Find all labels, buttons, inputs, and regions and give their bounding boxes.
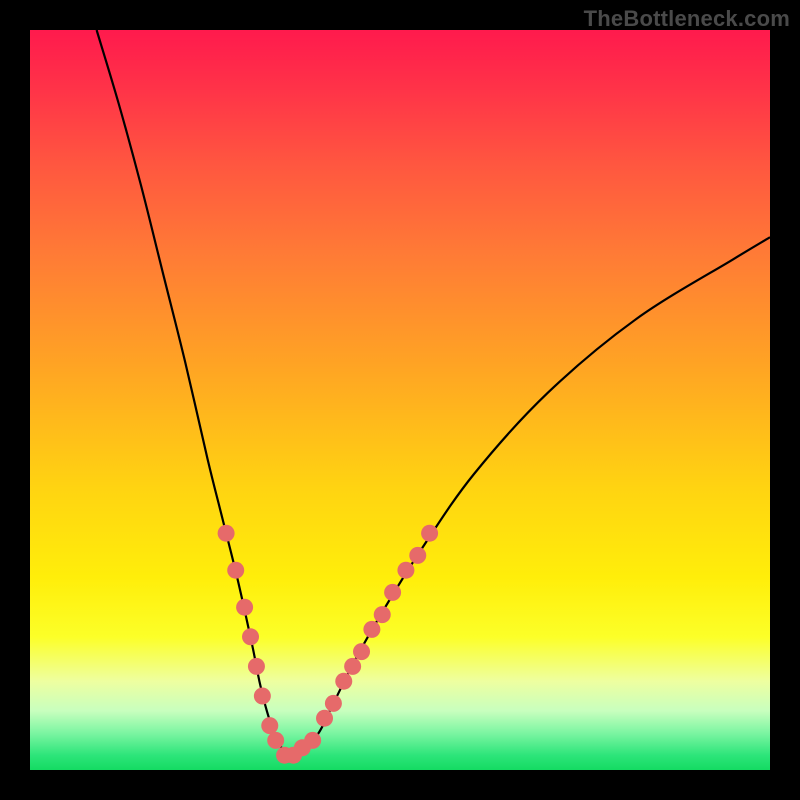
curve-marker bbox=[344, 658, 361, 675]
curve-marker bbox=[218, 525, 235, 542]
curve-marker bbox=[248, 658, 265, 675]
curve-marker bbox=[397, 562, 414, 579]
curve-marker bbox=[267, 732, 284, 749]
curve-marker bbox=[325, 695, 342, 712]
curve-marker bbox=[384, 584, 401, 601]
curve-marker bbox=[316, 710, 333, 727]
curve-marker bbox=[236, 599, 253, 616]
curve-markers bbox=[218, 525, 439, 764]
curve-marker bbox=[335, 673, 352, 690]
curve-marker bbox=[374, 606, 391, 623]
curve-marker bbox=[227, 562, 244, 579]
curve-marker bbox=[421, 525, 438, 542]
chart-svg bbox=[30, 30, 770, 770]
curve-marker bbox=[363, 621, 380, 638]
curve-marker bbox=[242, 628, 259, 645]
curve-marker bbox=[304, 732, 321, 749]
curve-marker bbox=[409, 547, 426, 564]
bottleneck-curve bbox=[97, 30, 770, 756]
watermark-text: TheBottleneck.com bbox=[584, 6, 790, 32]
curve-marker bbox=[353, 643, 370, 660]
curve-marker bbox=[261, 717, 278, 734]
chart-frame: TheBottleneck.com bbox=[0, 0, 800, 800]
curve-marker bbox=[254, 688, 271, 705]
